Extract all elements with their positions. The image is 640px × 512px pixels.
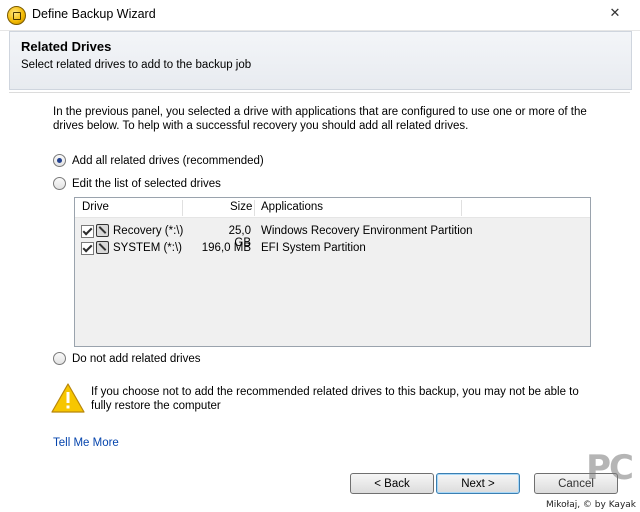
radio-edit-list-label[interactable]: Edit the list of selected drives — [72, 178, 221, 190]
window-title: Define Backup Wizard — [32, 7, 156, 21]
radio-edit-list[interactable]: Edit the list of selected drives — [53, 177, 221, 190]
close-button[interactable]: ✕ — [604, 5, 626, 21]
column-separator[interactable] — [254, 200, 255, 216]
tell-me-more-link[interactable]: Tell Me More — [53, 437, 119, 449]
title-bar: Define Backup Wizard ✕ — [0, 0, 640, 31]
list-header: Drive Size Applications — [75, 198, 590, 218]
column-header-applications[interactable]: Applications — [261, 201, 323, 213]
drive-name: SYSTEM (*:\) — [113, 242, 183, 254]
drive-size: 196,0 MB — [201, 242, 251, 254]
drive-icon — [96, 241, 109, 254]
drive-applications: EFI System Partition — [261, 242, 366, 254]
watermark-logo: PC — [586, 448, 634, 488]
watermark: PC Mikołaj, © by Kayak — [538, 448, 638, 510]
intro-text: In the previous panel, you selected a dr… — [53, 106, 587, 132]
radio-do-not-add-label[interactable]: Do not add related drives — [72, 353, 201, 365]
table-row[interactable]: SYSTEM (*:\) 196,0 MB EFI System Partiti… — [75, 240, 590, 257]
page-subtitle: Select related drives to add to the back… — [21, 59, 252, 71]
column-header-size[interactable]: Size — [230, 201, 252, 213]
drive-checkbox[interactable] — [81, 242, 94, 255]
wizard-body: In the previous panel, you selected a dr… — [9, 92, 630, 464]
page-title: Related Drives — [21, 39, 112, 54]
drive-applications: Windows Recovery Environment Partition — [261, 225, 473, 237]
watermark-credit: Mikołaj, © by Kayak — [545, 500, 636, 510]
warning-icon — [51, 383, 85, 413]
table-row[interactable]: Recovery (*:\) 25,0 GB Windows Recovery … — [75, 223, 590, 249]
radio-add-all[interactable]: Add all related drives (recommended) — [53, 154, 264, 167]
drive-icon — [96, 224, 109, 237]
app-icon — [7, 6, 26, 25]
radio-add-all-indicator[interactable] — [53, 154, 66, 167]
drive-checkbox[interactable] — [81, 225, 94, 238]
radio-do-not-add-indicator[interactable] — [53, 352, 66, 365]
radio-add-all-label[interactable]: Add all related drives (recommended) — [72, 155, 264, 167]
column-header-drive[interactable]: Drive — [82, 201, 109, 213]
column-separator[interactable] — [182, 200, 183, 216]
radio-edit-list-indicator[interactable] — [53, 177, 66, 190]
warning-text: If you choose not to add the recommended… — [91, 386, 579, 412]
next-button[interactable]: Next > — [436, 473, 520, 494]
wizard-header: Related Drives Select related drives to … — [9, 31, 632, 90]
radio-do-not-add[interactable]: Do not add related drives — [53, 352, 201, 365]
back-button[interactable]: < Back — [350, 473, 434, 494]
column-separator[interactable] — [461, 200, 462, 216]
related-drives-list[interactable]: Drive Size Applications Recovery (*:\) 2… — [74, 197, 591, 347]
drive-name: Recovery (*:\) — [113, 225, 184, 237]
